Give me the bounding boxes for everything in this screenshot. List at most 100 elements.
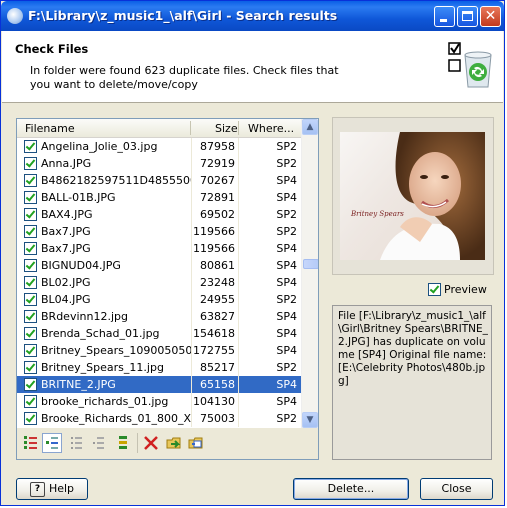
preview-photo: Britney Spears <box>340 132 485 260</box>
delete-button[interactable]: Delete... <box>293 478 409 500</box>
table-row[interactable]: BIGNUD04.JPG 80861 SP4 <box>17 257 301 274</box>
row-size: 75003 <box>200 412 235 425</box>
row-checkbox[interactable] <box>24 208 37 221</box>
copy-icon[interactable] <box>186 433 206 453</box>
column-filename[interactable]: Filename <box>25 122 75 135</box>
row-size: 23248 <box>200 276 235 289</box>
uncheck-selected-icon[interactable] <box>88 433 108 453</box>
table-row[interactable]: brooke_richards_01.jpg 104130 SP4 <box>17 393 301 410</box>
row-checkbox[interactable] <box>24 259 37 272</box>
file-list[interactable]: Filename Size Where... Angelina_Jolie_03… <box>16 118 319 430</box>
table-row[interactable]: Anna.JPG 72919 SP2 <box>17 155 301 172</box>
row-checkbox[interactable] <box>24 225 37 238</box>
scroll-up-button[interactable]: ▲ <box>302 119 318 135</box>
row-where: SP4 <box>276 259 297 272</box>
header-title: Check Files <box>15 42 89 56</box>
row-size: 104130 <box>193 395 235 408</box>
row-where: SP2 <box>276 412 297 425</box>
row-filename: brooke_richards_01.jpg <box>41 395 169 408</box>
row-size: 80861 <box>200 259 235 272</box>
table-row[interactable]: Brooke_Richards_01_800_X... 75003 SP2 <box>17 410 301 427</box>
column-separator <box>238 121 239 135</box>
row-checkbox[interactable] <box>24 344 37 357</box>
row-checkbox[interactable] <box>24 395 37 408</box>
row-checkbox[interactable] <box>24 174 37 187</box>
row-where: SP4 <box>276 191 297 204</box>
row-checkbox[interactable] <box>24 293 37 306</box>
image-preview-panel: Britney Spears <box>332 117 494 275</box>
row-checkbox[interactable] <box>24 242 37 255</box>
preview-checkbox-box[interactable] <box>428 283 441 296</box>
title-bar[interactable]: F:\Library\z_music1_\alf\Girl - Search r… <box>1 1 504 31</box>
file-rows: Angelina_Jolie_03.jpg 87958 SP2 Anna.JPG 729… <box>17 138 301 427</box>
scroll-down-button[interactable]: ▼ <box>302 412 318 428</box>
table-row[interactable]: BRdevinn12.jpg 63827 SP4 <box>17 308 301 325</box>
table-row[interactable]: BL04.JPG 24955 SP2 <box>17 291 301 308</box>
move-icon[interactable] <box>164 433 184 453</box>
row-checkbox[interactable] <box>24 157 37 170</box>
row-where: SP2 <box>276 361 297 374</box>
row-size: 119566 <box>193 242 235 255</box>
row-checkbox[interactable] <box>24 378 37 391</box>
row-divider <box>238 155 239 172</box>
recycle-bin-checklist-icon <box>448 42 492 88</box>
table-row[interactable]: Bax7.JPG 119566 SP4 <box>17 240 301 257</box>
row-where: SP4 <box>276 395 297 408</box>
row-size: 85217 <box>200 361 235 374</box>
table-row[interactable]: B4862182597511D4855500... 70267 SP4 <box>17 172 301 189</box>
row-filename: Brenda_Schad_01.jpg <box>41 327 160 340</box>
row-divider <box>238 274 239 291</box>
row-where: SP2 <box>276 208 297 221</box>
check-selected-icon[interactable] <box>42 433 62 453</box>
row-where: SP4 <box>276 327 297 340</box>
window-title: F:\Library\z_music1_\alf\Girl - Search r… <box>28 8 338 23</box>
list-toolbar <box>16 428 319 460</box>
file-info-panel: File [F:\Library\z_music1_\alf\Girl\Brit… <box>332 305 492 460</box>
table-row[interactable]: Brenda_Schad_01.jpg 154618 SP4 <box>17 325 301 342</box>
file-info-text: File [F:\Library\z_music1_\alf\Girl\Brit… <box>338 310 488 387</box>
check-all-icon[interactable] <box>20 433 40 453</box>
row-where: SP4 <box>276 378 297 391</box>
row-checkbox[interactable] <box>24 310 37 323</box>
help-icon: ? <box>29 481 45 497</box>
row-size: 87958 <box>200 140 235 153</box>
column-separator <box>190 121 191 135</box>
vertical-scrollbar[interactable]: ▲ ▼ <box>301 119 318 428</box>
invert-selection-icon[interactable] <box>113 433 133 453</box>
maximize-button[interactable] <box>457 6 478 27</box>
row-where: SP2 <box>276 225 297 238</box>
table-row[interactable]: BL02.JPG 23248 SP4 <box>17 274 301 291</box>
row-where: SP4 <box>276 242 297 255</box>
row-checkbox[interactable] <box>24 276 37 289</box>
table-row[interactable]: BAX4.JPG 69502 SP2 <box>17 206 301 223</box>
row-divider <box>238 410 239 427</box>
row-checkbox[interactable] <box>24 140 37 153</box>
row-divider <box>238 138 239 155</box>
header-panel: Check Files In folder were found 623 dup… <box>2 31 503 103</box>
table-row[interactable]: Bax7.JPG 119566 SP2 <box>17 223 301 240</box>
row-filename: BRITNE_2.JPG <box>41 378 116 391</box>
table-row[interactable]: BRITNE_2.JPG 65158 SP4 <box>17 376 301 393</box>
column-where[interactable]: Where... <box>248 122 294 135</box>
close-button[interactable]: Close <box>420 478 493 500</box>
column-size[interactable]: Size <box>215 122 238 135</box>
close-window-button[interactable]: ✕ <box>480 6 501 27</box>
help-button[interactable]: ? Help <box>16 478 88 500</box>
delete-icon[interactable] <box>141 433 161 453</box>
table-row[interactable]: Angelina_Jolie_03.jpg 87958 SP2 <box>17 138 301 155</box>
uncheck-all-icon[interactable] <box>66 433 86 453</box>
row-divider <box>238 376 239 393</box>
header-description: In folder were found 623 duplicate files… <box>30 64 339 91</box>
scroll-thumb[interactable] <box>303 259 318 269</box>
row-checkbox[interactable] <box>24 327 37 340</box>
table-row[interactable]: BALL-01B.JPG 72891 SP4 <box>17 189 301 206</box>
row-filename: Bax7.JPG <box>41 242 91 255</box>
minimize-button[interactable] <box>434 6 455 27</box>
row-checkbox[interactable] <box>24 361 37 374</box>
row-checkbox[interactable] <box>24 412 37 425</box>
table-row[interactable]: Britney_Spears_11.jpg 85217 SP2 <box>17 359 301 376</box>
row-size: 172755 <box>193 344 235 357</box>
row-checkbox[interactable] <box>24 191 37 204</box>
row-filename: Britney_Spears_109005050... <box>41 344 191 357</box>
table-row[interactable]: Britney_Spears_109005050... 172755 SP4 <box>17 342 301 359</box>
